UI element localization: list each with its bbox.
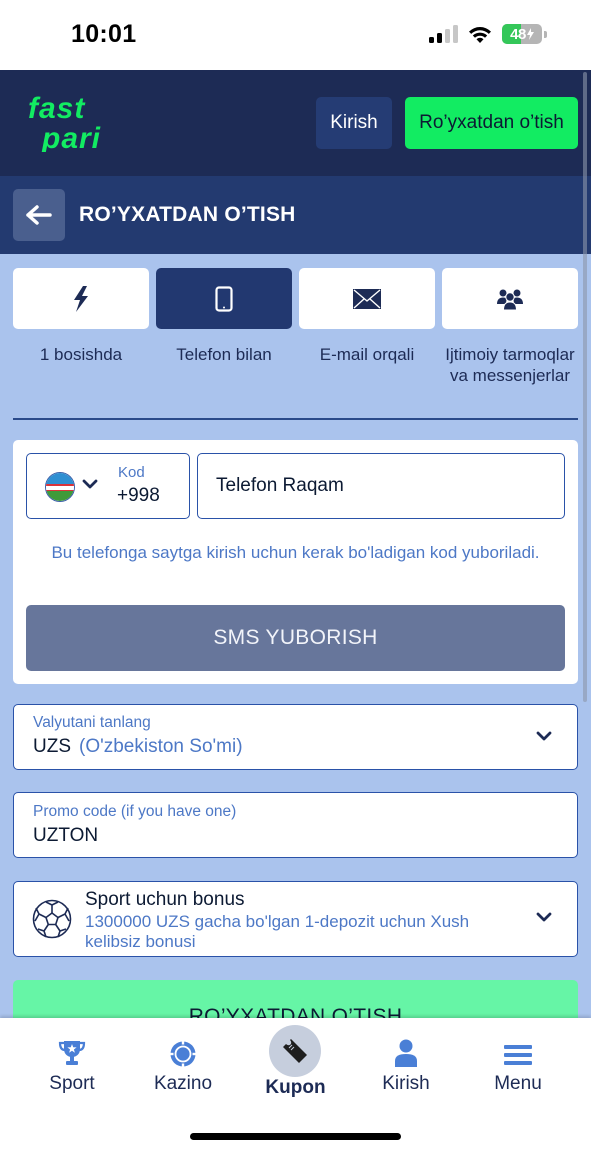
login-button[interactable]: Kirish (316, 97, 392, 149)
currency-code: UZS (33, 736, 71, 757)
registration-tabs: 1 bosishda Telefon bilan E-mail orqali I… (13, 268, 578, 386)
page-title: RO’YXATDAN O’TISH (79, 203, 296, 226)
nav-menu-label: Menu (494, 1073, 542, 1094)
bottom-nav: Sport Kazino Kupon Kirish Menu (0, 1018, 591, 1151)
tab-email-label: E-mail orqali (319, 345, 415, 364)
scrollbar[interactable] (583, 72, 587, 702)
tablet-icon (215, 285, 233, 312)
promo-value[interactable]: UZTON (33, 825, 98, 847)
code-label: Kod (118, 464, 145, 481)
promo-code-field[interactable]: Promo code (if you have one) UZTON (13, 792, 578, 858)
phone-card: Kod +998 Telefon Raqam Bu telefonga sayt… (13, 440, 578, 684)
bonus-description: 1300000 UZS gacha bo'lgan 1-depozit uchu… (85, 912, 470, 951)
register-button[interactable]: Ro’yxatdan o’tish (405, 97, 578, 149)
nav-kirish[interactable]: Kirish (378, 1018, 434, 1095)
registration-form: 1 bosishda Telefon bilan E-mail orqali I… (0, 254, 591, 1018)
wifi-icon (469, 26, 491, 43)
ticket-icon (283, 1039, 307, 1063)
user-icon (395, 1039, 417, 1067)
bonus-select[interactable]: Sport uchun bonus 1300000 UZS gacha bo'l… (13, 881, 578, 957)
code-value: +998 (117, 485, 160, 506)
currency-name: (O'zbekiston So'mi) (79, 736, 243, 757)
phone-number-input[interactable]: Telefon Raqam (197, 453, 565, 519)
logo-line2: pari (41, 122, 101, 152)
tab-social-box[interactable] (442, 268, 578, 329)
phone-hint: Bu telefonga saytga kirish uchun kerak b… (51, 543, 540, 562)
tab-phone[interactable]: Telefon bilan (156, 268, 292, 386)
battery-percent: 48 (510, 25, 526, 43)
tab-phone-label: Telefon bilan (176, 345, 272, 364)
tab-phone-box[interactable] (156, 268, 292, 329)
title-bar: RO’YXATDAN O’TISH (0, 176, 591, 254)
tab-social-label: Ijtimoiy tarmoqlar va messenjerlar (445, 345, 575, 385)
nav-kupon[interactable] (269, 1025, 321, 1077)
lightning-icon (74, 285, 88, 312)
status-icons: 48 (429, 24, 547, 44)
tabs-divider (13, 418, 578, 420)
envelope-icon (353, 288, 381, 309)
tab-email-box[interactable] (299, 268, 435, 329)
submit-register-button[interactable]: RO’YXATDAN O’TISH (13, 980, 578, 1018)
promo-label: Promo code (if you have one) (33, 803, 237, 820)
soccer-ball-icon (32, 899, 72, 939)
nav-menu[interactable]: Menu (490, 1018, 546, 1095)
casino-chip-icon (170, 1041, 196, 1067)
status-bar: 10:01 48 (0, 0, 591, 70)
bonus-title: Sport uchun bonus (85, 889, 245, 910)
battery-tip (544, 30, 547, 38)
send-sms-button[interactable]: SMS YUBORISH (26, 605, 565, 671)
users-icon (497, 289, 523, 310)
currency-label: Valyutani tanlang (33, 714, 151, 731)
nav-kirish-label: Kirish (382, 1073, 430, 1094)
home-indicator (190, 1133, 401, 1140)
uzbekistan-flag-icon (45, 472, 75, 502)
tab-social[interactable]: Ijtimoiy tarmoqlar va messenjerlar (442, 268, 578, 386)
arrow-left-icon (26, 205, 52, 225)
fastpari-logo[interactable]: fast pari (26, 94, 150, 152)
signal-icon (429, 25, 458, 43)
tab-one-click-label: 1 bosishda (39, 345, 123, 364)
currency-select[interactable]: Valyutani tanlang UZS (O'zbekiston So'mi) (13, 704, 578, 770)
trophy-icon (58, 1041, 86, 1065)
battery-charging-icon: 48 (502, 24, 542, 44)
country-code-select[interactable]: Kod +998 (26, 453, 190, 519)
currency-value: UZS (O'zbekiston So'mi) (33, 736, 243, 758)
app-header: fast pari Kirish Ro’yxatdan o’tish (0, 70, 591, 176)
chevron-down-icon (82, 479, 98, 489)
chevron-down-icon (536, 912, 552, 922)
tab-one-click[interactable]: 1 bosishda (13, 268, 149, 386)
back-button[interactable] (13, 189, 65, 241)
tab-one-click-box[interactable] (13, 268, 149, 329)
tab-email[interactable]: E-mail orqali (299, 268, 435, 386)
hamburger-menu-icon (504, 1045, 532, 1065)
logo-line1: fast (28, 94, 86, 125)
chevron-down-icon (536, 731, 552, 741)
status-time: 10:01 (71, 20, 137, 48)
